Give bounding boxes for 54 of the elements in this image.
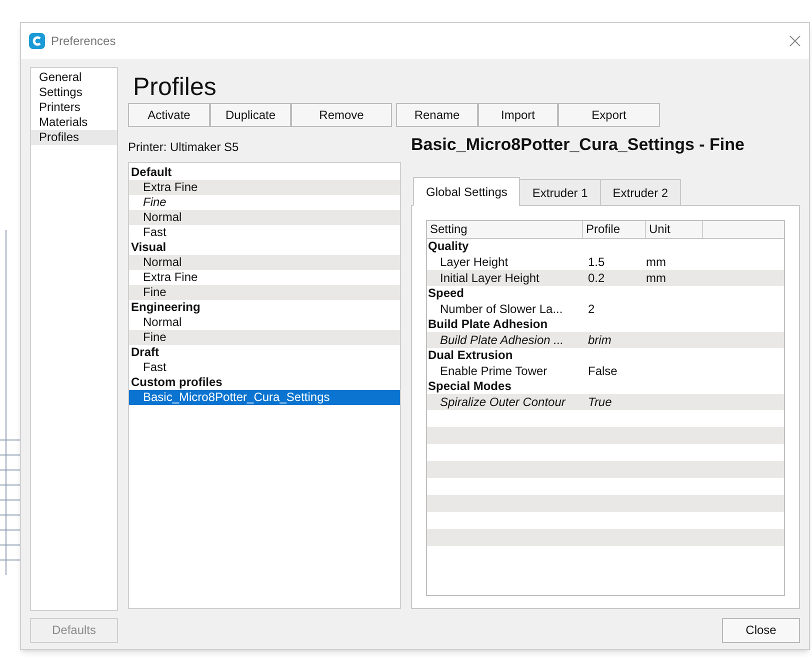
tab[interactable]: Extruder 1 — [519, 179, 601, 206]
toolbar-button[interactable]: Duplicate — [210, 103, 291, 127]
profile-item[interactable]: Normal — [129, 255, 400, 270]
app-logo-icon — [29, 33, 45, 49]
toolbar-button[interactable]: Rename — [396, 103, 478, 127]
tab[interactable]: Global Settings — [413, 177, 520, 206]
profile-value: 1.5 — [588, 254, 606, 271]
column-header[interactable]: Unit — [646, 221, 703, 238]
setting-name: Number of Slower La... — [439, 301, 564, 318]
profile-item[interactable]: Normal — [129, 210, 400, 225]
section-header: Speed — [427, 286, 464, 301]
unit-value: mm — [646, 270, 666, 287]
setting-name: Spiralize Outer Contour — [439, 394, 567, 411]
toolbar-button[interactable]: Import — [478, 103, 558, 127]
group-header: Engineering — [130, 300, 202, 315]
group-header: Visual — [130, 240, 168, 255]
sidebar-item[interactable]: Settings — [31, 85, 117, 100]
unit-value: mm — [646, 254, 666, 271]
sidebar-item[interactable]: General — [31, 70, 117, 85]
profile-value: brim — [588, 332, 612, 349]
profile-value: 0.2 — [588, 270, 606, 287]
group-header: Draft — [130, 345, 160, 360]
sidebar-item[interactable]: Printers — [31, 100, 117, 115]
profile-item[interactable]: Fine — [129, 285, 400, 300]
column-header[interactable]: Profile — [583, 221, 646, 238]
profile-value: False — [588, 363, 618, 380]
setting-name: Layer Height — [439, 254, 510, 271]
group-header: Default — [130, 165, 173, 180]
toolbar-button[interactable]: Export — [558, 103, 660, 127]
profile-value: 2 — [588, 301, 596, 318]
profile-item[interactable]: Basic_Micro8Potter_Cura_Settings — [129, 390, 400, 405]
column-header[interactable]: Setting — [427, 221, 583, 238]
profile-value: True — [588, 394, 613, 411]
section-header: Dual Extrusion — [427, 348, 513, 363]
setting-name: Enable Prime Tower — [439, 363, 548, 380]
close-icon[interactable] — [789, 35, 801, 47]
profile-item[interactable]: Fine — [129, 330, 400, 345]
group-header: Custom profiles — [130, 375, 224, 390]
section-header: Quality — [427, 239, 469, 254]
setting-name: Initial Layer Height — [439, 270, 540, 287]
sidebar-item[interactable]: Materials — [31, 115, 117, 130]
section-header: Special Modes — [427, 379, 512, 394]
section-header: Build Plate Adhesion — [427, 317, 548, 332]
toolbar-button[interactable]: Activate — [128, 103, 210, 127]
tab[interactable]: Extruder 2 — [600, 179, 682, 206]
window-title: Preferences — [51, 33, 116, 50]
sidebar-item[interactable]: Profiles — [31, 130, 117, 145]
toolbar-button[interactable]: Remove — [291, 103, 392, 127]
profile-title: Basic_Micro8Potter_Cura_Settings - Fine — [411, 135, 744, 155]
printer-label: Printer: Ultimaker S5 — [128, 139, 239, 155]
profile-item[interactable]: Extra Fine — [129, 180, 400, 195]
setting-name: Build Plate Adhesion ... — [439, 332, 565, 349]
close-button[interactable]: Close — [722, 618, 800, 642]
page-heading: Profiles — [132, 73, 216, 101]
